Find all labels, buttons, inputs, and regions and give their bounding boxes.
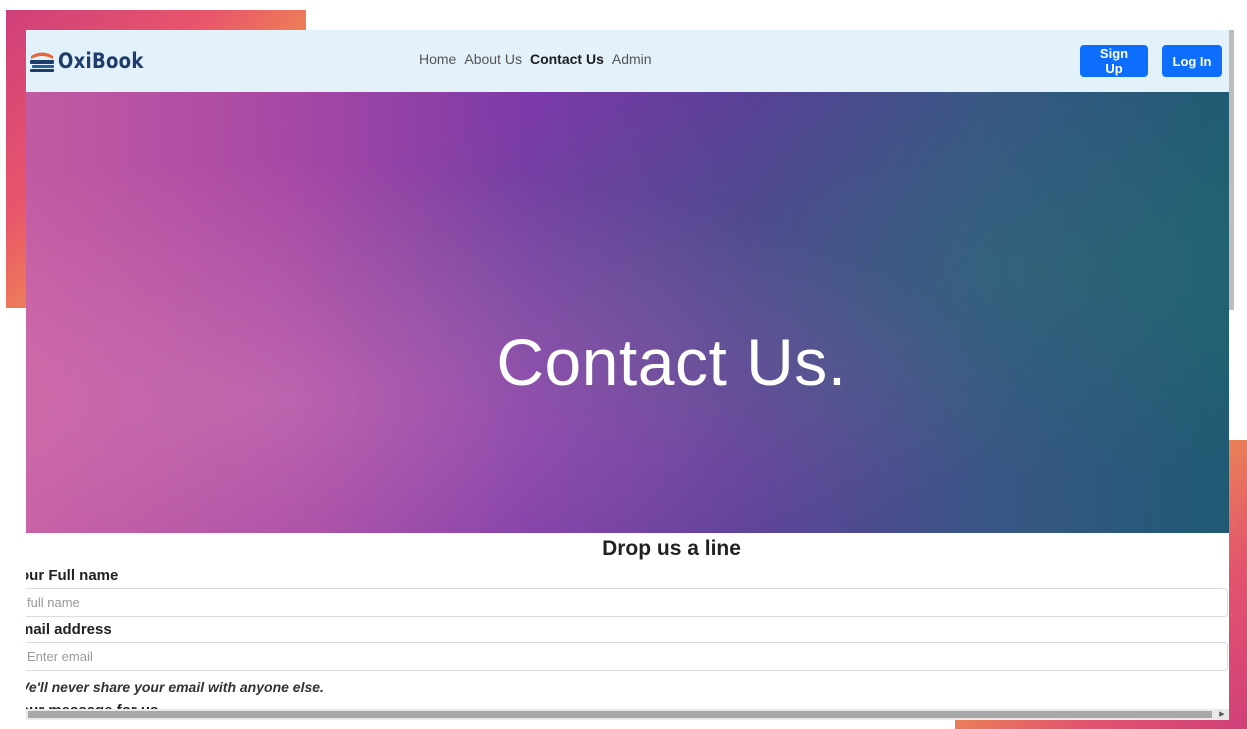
nav-links: Home About Us Contact Us Admin xyxy=(419,51,652,67)
brand-logo[interactable]: OxiBook xyxy=(28,46,158,76)
horizontal-scrollbar-thumb[interactable] xyxy=(28,711,1212,718)
browser-viewport: OxiBook Home About Us Contact Us Admin S… xyxy=(26,30,1229,720)
form-heading: Drop us a line xyxy=(602,537,741,560)
hero-banner: Contact Us. xyxy=(26,92,1229,533)
nav-link-about-us[interactable]: About Us xyxy=(464,51,522,67)
nav-link-admin[interactable]: Admin xyxy=(612,51,652,67)
nav-link-home[interactable]: Home xyxy=(419,51,456,67)
brand-name: OxiBook xyxy=(58,49,144,73)
nav-link-contact-us[interactable]: Contact Us xyxy=(530,51,604,67)
hero-background-image xyxy=(26,92,1229,533)
contact-form: Drop us a line our Full name mail addres… xyxy=(26,533,1229,720)
email-label: mail address xyxy=(26,621,112,638)
email-hint: Ve'll never share your email with anyone… xyxy=(26,679,324,695)
horizontal-scrollbar[interactable]: ▶ xyxy=(26,709,1229,720)
full-name-input[interactable] xyxy=(26,588,1228,617)
full-name-label: our Full name xyxy=(26,567,119,584)
log-in-button[interactable]: Log In xyxy=(1162,45,1222,77)
navbar: OxiBook Home About Us Contact Us Admin S… xyxy=(26,30,1229,92)
book-stack-icon xyxy=(30,52,54,72)
vertical-scrollbar[interactable] xyxy=(1229,30,1234,310)
email-input[interactable] xyxy=(26,642,1228,671)
hero-title: Contact Us. xyxy=(496,325,847,399)
page-canvas: OxiBook Home About Us Contact Us Admin S… xyxy=(0,0,1247,729)
sign-up-button[interactable]: Sign Up xyxy=(1080,45,1148,77)
scroll-right-arrow-icon[interactable]: ▶ xyxy=(1217,710,1227,719)
